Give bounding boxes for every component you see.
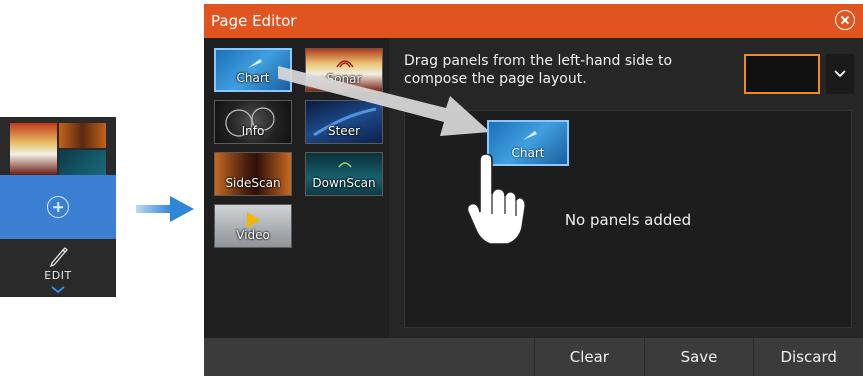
layout-select[interactable]: [744, 54, 820, 94]
dialog-footer: Clear Save Discard: [204, 338, 863, 376]
downscan-icon: [338, 162, 352, 168]
panel-tile-downscan[interactable]: DownScan: [305, 152, 383, 196]
panel-label: Video: [236, 228, 270, 242]
page-editor-dialog: Page Editor Chart Sonar Info Steer SideS…: [204, 4, 863, 376]
panel-tile-sidescan[interactable]: SideScan: [214, 152, 292, 196]
panel-label: Info: [241, 124, 265, 138]
page-strip: EDIT: [0, 117, 116, 297]
edit-button[interactable]: EDIT: [0, 241, 116, 297]
hand-pointer-icon: [466, 154, 526, 245]
panel-label: SideScan: [225, 176, 281, 190]
panel-label: Chart: [236, 71, 270, 85]
plus-circle-icon: [47, 196, 69, 218]
sidescan-thumbnail: [59, 123, 106, 148]
chevron-down-icon: [834, 70, 846, 78]
layout-dropdown-button[interactable]: [826, 54, 854, 94]
chevron-down-icon: [51, 286, 65, 294]
sonar-thumbnail: [10, 123, 57, 175]
dialog-title: Page Editor: [211, 12, 297, 30]
edit-label: EDIT: [44, 269, 72, 282]
panel-tile-video[interactable]: Video: [214, 204, 292, 248]
right-arrow-icon: [136, 196, 194, 222]
save-button[interactable]: Save: [643, 338, 754, 376]
existing-page-thumbnail[interactable]: [10, 123, 106, 175]
title-bar: Page Editor: [204, 4, 863, 38]
downscan-thumbnail: [59, 150, 106, 175]
add-page-button[interactable]: [0, 175, 116, 239]
play-icon: [247, 212, 260, 228]
chart-icon: [523, 131, 537, 140]
chart-icon: [248, 59, 262, 68]
close-button[interactable]: [835, 10, 855, 30]
pencil-icon: [49, 247, 68, 267]
drag-path-arrow-icon: [278, 66, 490, 136]
clear-button[interactable]: Clear: [534, 338, 644, 376]
discard-button[interactable]: Discard: [753, 338, 863, 376]
panel-label: DownScan: [312, 176, 376, 190]
